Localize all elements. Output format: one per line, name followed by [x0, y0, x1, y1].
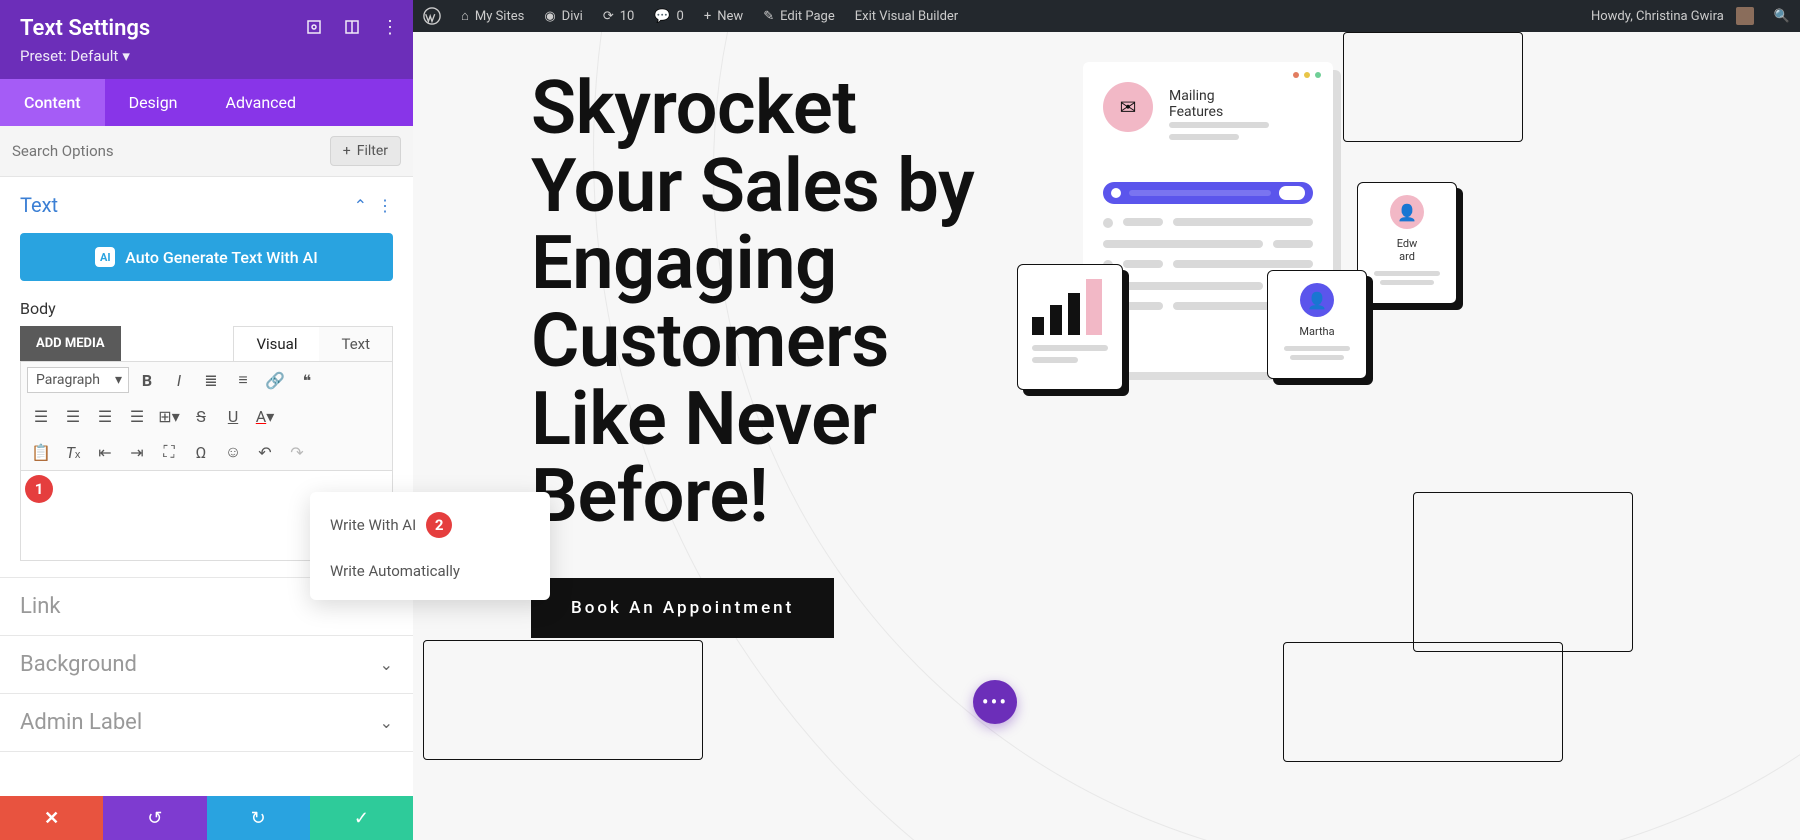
tab-content[interactable]: Content	[0, 79, 105, 126]
mail-icon: ✉	[1103, 82, 1153, 132]
decorative-frame	[1283, 642, 1563, 762]
mailing-title: Mailing Features	[1169, 88, 1223, 120]
search-bar: + Filter	[0, 126, 413, 177]
emoji-icon[interactable]: ☺	[219, 438, 247, 466]
hover-icon[interactable]	[305, 18, 323, 36]
user-card-martha: 👤 Martha	[1267, 270, 1367, 379]
chart-card	[1017, 264, 1123, 390]
sidebar-footer: ✕ ↺ ↻ ✓	[0, 796, 413, 840]
indent-icon[interactable]: ⇥	[123, 438, 151, 466]
wp-logo-icon[interactable]	[413, 0, 451, 32]
align-right-icon[interactable]: ☰	[91, 402, 119, 430]
preset-selector[interactable]: Preset: Default ▾	[20, 47, 130, 65]
clear-icon[interactable]: Tₓ	[59, 438, 87, 466]
filter-button[interactable]: + Filter	[330, 136, 401, 166]
redo-icon[interactable]: ↷	[283, 438, 311, 466]
outdent-icon[interactable]: ⇤	[91, 438, 119, 466]
more-icon[interactable]: ⋮	[381, 18, 399, 36]
page-headline[interactable]: SkyrocketYour Sales byEngagingCustomersL…	[531, 70, 974, 536]
ul-icon[interactable]: ≣	[197, 366, 225, 394]
updates-link[interactable]: ⟳10	[593, 0, 645, 32]
divi-link[interactable]: ◉Divi	[534, 0, 593, 32]
section-more-icon[interactable]: ⋮	[377, 196, 393, 215]
table-icon[interactable]: ⊞▾	[155, 402, 183, 430]
chevron-down-icon: ⌄	[380, 713, 393, 732]
chevron-up-icon: ⌃	[354, 196, 367, 215]
editor-tab-visual[interactable]: Visual	[234, 327, 319, 361]
underline-icon[interactable]: U	[219, 402, 247, 430]
pencil-icon: ✎	[763, 9, 774, 24]
quote-icon[interactable]: ❝	[293, 366, 321, 394]
align-left-icon[interactable]: ☰	[27, 402, 55, 430]
strike-icon[interactable]: S	[187, 402, 215, 430]
body-label: Body	[20, 299, 393, 318]
tab-design[interactable]: Design	[105, 79, 202, 126]
specialchar-icon[interactable]: Ω	[187, 438, 215, 466]
update-icon: ⟳	[603, 9, 614, 24]
book-appointment-button[interactable]: Book An Appointment	[531, 578, 834, 638]
home-icon: ⌂	[461, 8, 469, 24]
link-icon[interactable]: 🔗	[261, 366, 289, 394]
cancel-button[interactable]: ✕	[0, 796, 103, 840]
divi-icon: ◉	[544, 9, 555, 24]
howdy-link[interactable]: Howdy, Christina Gwira	[1581, 0, 1764, 32]
settings-sidebar: Text Settings Preset: Default ▾ ⋮ Conten…	[0, 0, 413, 840]
save-button[interactable]: ✓	[310, 796, 413, 840]
user-card-edward: 👤 Edward	[1357, 182, 1457, 304]
editor-toolbar: Paragraph ▾ B I ≣ ≡ 🔗 ❝ ☰ ☰ ☰ ☰ ⊞▾	[20, 361, 393, 471]
section-text-header[interactable]: Text ⌃ ⋮	[0, 177, 413, 233]
page-preview: SkyrocketYour Sales byEngagingCustomersL…	[413, 32, 1800, 840]
search-icon[interactable]: 🔍	[1764, 0, 1800, 32]
ai-icon: AI	[95, 247, 115, 267]
sidebar-body: Text ⌃ ⋮ AI Auto Generate Text With AI B…	[0, 177, 413, 796]
auto-generate-ai-button[interactable]: AI Auto Generate Text With AI	[20, 233, 393, 281]
decorative-frame	[1413, 492, 1633, 652]
callout-2: 2	[426, 512, 452, 538]
bold-icon[interactable]: B	[133, 366, 161, 394]
person-icon: 👤	[1300, 283, 1334, 317]
section-background-header[interactable]: Background ⌄	[0, 636, 413, 693]
window-dots-icon	[1293, 72, 1321, 78]
undo-icon[interactable]: ↶	[251, 438, 279, 466]
decorative-frame	[1343, 32, 1523, 142]
editor-tab-text[interactable]: Text	[319, 327, 392, 361]
plus-icon: +	[704, 9, 711, 24]
write-automatically-item[interactable]: Write Automatically	[310, 550, 550, 592]
align-center-icon[interactable]: ☰	[59, 402, 87, 430]
edit-page-link[interactable]: ✎Edit Page	[753, 0, 845, 32]
callout-1: 1	[25, 475, 53, 503]
undo-button[interactable]: ↺	[103, 796, 206, 840]
my-sites-link[interactable]: ⌂My Sites	[451, 0, 534, 32]
exit-builder-link[interactable]: Exit Visual Builder	[845, 0, 968, 32]
person-icon: 👤	[1390, 195, 1424, 229]
align-justify-icon[interactable]: ☰	[123, 402, 151, 430]
comments-link[interactable]: 💬0	[644, 0, 694, 32]
chevron-down-icon: ▾	[122, 47, 130, 65]
wp-admin-bar: ⌂My Sites ◉Divi ⟳10 💬0 +New ✎Edit Page E…	[413, 0, 1800, 32]
new-link[interactable]: +New	[694, 0, 753, 32]
fullscreen-icon[interactable]: ⛶	[155, 438, 183, 466]
decorative-frame	[423, 640, 703, 760]
avatar	[1736, 7, 1754, 25]
settings-tabs: Content Design Advanced	[0, 79, 413, 126]
comment-icon: 💬	[654, 9, 670, 24]
ai-popup: Write With AI 2 Write Automatically	[310, 492, 550, 600]
paste-icon[interactable]: 📋	[27, 438, 55, 466]
search-input[interactable]	[12, 142, 330, 160]
italic-icon[interactable]: I	[165, 366, 193, 394]
sidebar-header: Text Settings Preset: Default ▾ ⋮	[0, 0, 413, 79]
redo-button[interactable]: ↻	[207, 796, 310, 840]
builder-fab-button[interactable]: •••	[973, 680, 1017, 724]
write-with-ai-item[interactable]: Write With AI 2	[310, 500, 550, 550]
section-admin-label-header[interactable]: Admin Label ⌄	[0, 694, 413, 751]
add-media-button[interactable]: ADD MEDIA	[20, 326, 121, 361]
textcolor-icon[interactable]: A▾	[251, 402, 279, 430]
responsive-icon[interactable]	[343, 18, 361, 36]
slider-graphic	[1103, 182, 1313, 204]
tab-advanced[interactable]: Advanced	[202, 79, 321, 126]
ol-icon[interactable]: ≡	[229, 366, 257, 394]
chevron-down-icon: ⌄	[380, 655, 393, 674]
block-format-select[interactable]: Paragraph ▾	[27, 367, 129, 393]
plus-icon: +	[343, 143, 351, 159]
